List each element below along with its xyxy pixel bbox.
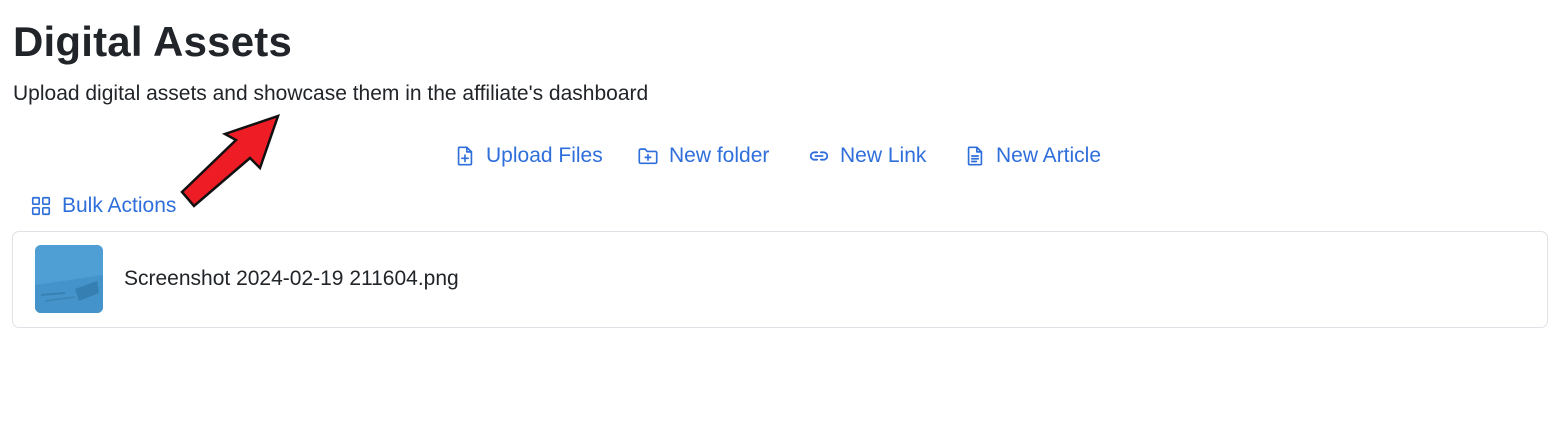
list-item[interactable]: Screenshot 2024-02-19 211604.png: [13, 232, 1547, 327]
file-name: Screenshot 2024-02-19 211604.png: [124, 267, 459, 290]
document-icon: [967, 146, 983, 166]
page-subtitle: Upload digital assets and showcase them …: [13, 82, 649, 105]
new-folder-button[interactable]: New folder: [637, 140, 769, 172]
new-article-button[interactable]: New Article: [964, 140, 1101, 172]
new-link-label: New Link: [840, 144, 927, 167]
digital-assets-page: Digital Assets Upload digital assets and…: [0, 0, 1562, 444]
upload-files-button[interactable]: Upload Files: [454, 140, 603, 172]
link-icon: [809, 151, 829, 161]
page-title: Digital Assets: [13, 18, 292, 65]
new-folder-label: New folder: [669, 144, 770, 167]
new-link-button[interactable]: New Link: [808, 140, 926, 172]
bulk-actions-button[interactable]: Bulk Actions: [30, 190, 176, 222]
folder-plus-icon: [638, 148, 658, 165]
bulk-actions-label: Bulk Actions: [62, 194, 177, 217]
new-article-label: New Article: [996, 144, 1102, 167]
file-list: Screenshot 2024-02-19 211604.png: [12, 231, 1548, 328]
thumbnail-graphic: [35, 245, 103, 313]
image-thumbnail: [35, 245, 103, 313]
upload-files-label: Upload Files: [486, 144, 603, 167]
grid-icon: [31, 196, 51, 216]
asset-toolbar: Upload Files New folder New Link New Art…: [0, 140, 1562, 172]
file-plus-icon: [457, 146, 473, 166]
